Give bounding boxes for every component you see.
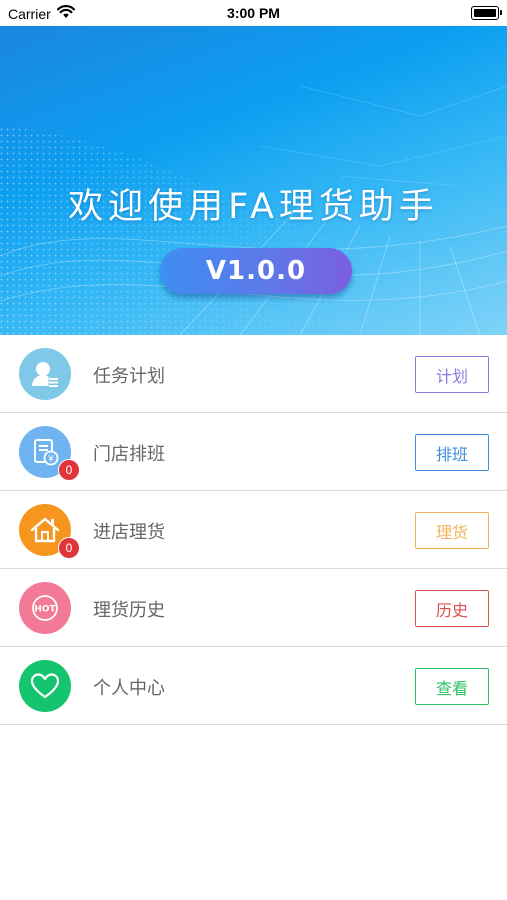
menu-row-instore-tally[interactable]: 0 进店理货 理货 xyxy=(0,491,507,569)
status-time: 3:00 PM xyxy=(227,5,280,21)
svg-text:¥: ¥ xyxy=(48,455,54,465)
menu-row-tally-history[interactable]: HOT 理货历史 历史 xyxy=(0,569,507,647)
version-badge: V1.0.0 xyxy=(160,248,352,294)
view-button[interactable]: 查看 xyxy=(415,668,489,705)
notification-badge: 0 xyxy=(58,537,80,559)
row-label: 任务计划 xyxy=(93,366,165,387)
svg-text:HOT: HOT xyxy=(34,605,56,615)
row-label: 理货历史 xyxy=(93,600,165,621)
plan-button[interactable]: 计划 xyxy=(415,356,489,393)
menu-list: 任务计划 计划 ¥ 0 门店排班 排班 0 进店理货 理货 HOT 理货历史 历… xyxy=(0,335,507,725)
user-list-icon xyxy=(19,348,71,400)
heart-icon xyxy=(19,660,71,712)
history-button[interactable]: 历史 xyxy=(415,590,489,627)
tally-button[interactable]: 理货 xyxy=(415,512,489,549)
row-label: 进店理货 xyxy=(93,522,165,543)
battery-icon xyxy=(471,6,502,20)
welcome-banner: 欢迎使用FA理货助手 V1.0.0 xyxy=(0,26,507,335)
status-bar: Carrier 3:00 PM xyxy=(0,0,507,26)
menu-row-personal-center[interactable]: 个人中心 查看 xyxy=(0,647,507,725)
row-label: 门店排班 xyxy=(93,444,165,465)
menu-row-store-schedule[interactable]: ¥ 0 门店排班 排班 xyxy=(0,413,507,491)
hot-icon: HOT xyxy=(19,582,71,634)
row-label: 个人中心 xyxy=(93,678,165,699)
schedule-button[interactable]: 排班 xyxy=(415,434,489,471)
notification-badge: 0 xyxy=(58,459,80,481)
banner-title: 欢迎使用FA理货助手 xyxy=(68,187,439,227)
menu-row-task-plan[interactable]: 任务计划 计划 xyxy=(0,335,507,413)
